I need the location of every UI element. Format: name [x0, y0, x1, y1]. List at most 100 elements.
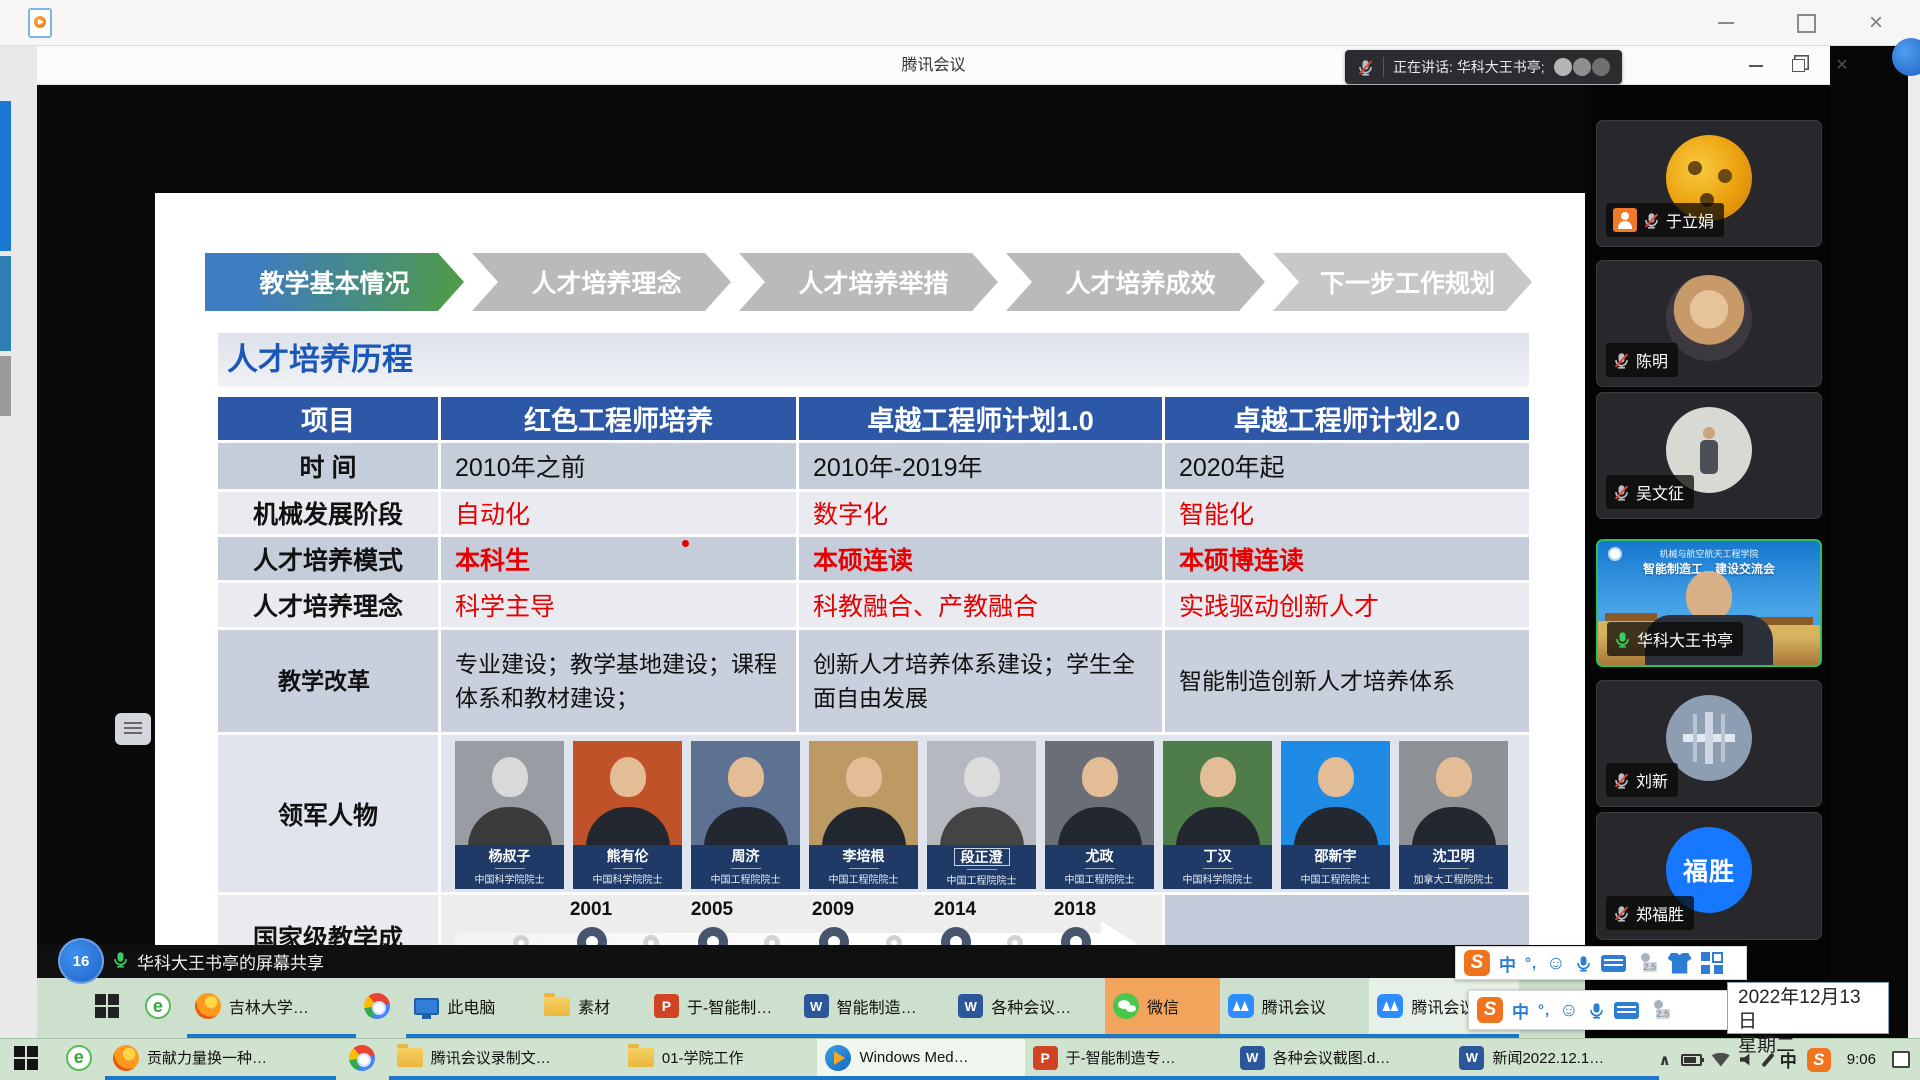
ppt-window[interactable]: P于-智能制造专… [1025, 1039, 1232, 1080]
participant-tile[interactable]: 吴文征 [1596, 392, 1822, 519]
participant-tile[interactable]: 福胜 郑福胜 [1596, 812, 1822, 940]
slide-section-tabs: 教学基本情况 人才培养理念 人才培养举措 人才培养成效 下一步工作规划 [205, 253, 1535, 311]
leader-card: 丁汉中国科学院院士 [1163, 741, 1272, 889]
input-skin-icon[interactable] [1635, 951, 1659, 975]
participant-tile[interactable]: 刘新 [1596, 680, 1822, 807]
outer-close-button[interactable]: × [1856, 0, 1896, 46]
shared-chrome-button[interactable] [356, 978, 406, 1038]
table-header-row: 项目 红色工程师培养 卓越工程师计划1.0 卓越工程师计划2.0 [218, 397, 1529, 443]
media-player-icon[interactable] [28, 8, 52, 38]
battery-icon[interactable] [1681, 1054, 1702, 1066]
participant-nameplate: 于立娟 [1606, 203, 1724, 237]
toolbox-grid-icon[interactable] [1701, 952, 1723, 974]
keyboard-icon[interactable] [1614, 1002, 1639, 1019]
leader-name: 邵新宇 [1315, 848, 1357, 864]
shared-wechat-window[interactable]: 微信 [1105, 978, 1220, 1038]
notification-center-icon[interactable] [1892, 1051, 1910, 1068]
shared-word-window[interactable]: W各种会议… [950, 978, 1105, 1038]
row-label: 领军人物 [218, 735, 441, 892]
speaker-avatar-icon [1592, 58, 1610, 76]
participant-tile[interactable]: 陈明 [1596, 260, 1822, 387]
keyboard-icon[interactable] [1601, 955, 1626, 972]
tab-cultivation-measures[interactable]: 人才培养举措 [739, 253, 998, 311]
header-red-engineer: 红色工程师培养 [441, 397, 799, 440]
skin-shirt-icon[interactable] [1668, 953, 1692, 974]
voice-input-icon[interactable] [1575, 955, 1592, 972]
punctuation-icon[interactable]: °, [1525, 955, 1537, 972]
timeline-year: 2014 [905, 899, 1005, 921]
share-banner-text: 华科大王书亭的屏幕共享 [137, 949, 324, 974]
chrome-button[interactable] [336, 1039, 389, 1080]
sogou-icon[interactable]: S [1464, 950, 1490, 976]
shared-start-button[interactable] [87, 978, 137, 1038]
annotation-menu-button[interactable] [115, 713, 151, 745]
tab-cultivation-results[interactable]: 人才培养成效 [1006, 253, 1265, 311]
header-excellent-2: 卓越工程师计划2.0 [1165, 397, 1529, 440]
avatar [1666, 275, 1752, 361]
participant-tile-speaking[interactable]: 机械与航空航天工程学院 智能制造工…建设交流会 华科大王书亭 [1596, 539, 1822, 667]
mic-muted-icon [1357, 59, 1374, 76]
row-label: 人才培养理念 [218, 583, 441, 627]
meeting-duration-badge[interactable]: 16 [58, 938, 104, 984]
speaking-indicator-badge: 正在讲话: 华科大王书亭; [1345, 50, 1622, 84]
word-window[interactable]: W新闻2022.12.1… [1451, 1039, 1658, 1080]
tray-expand-icon[interactable]: ∧ [1659, 1051, 1671, 1069]
sogou-input-toolbar[interactable]: S 中 °, ☺ [1455, 946, 1747, 980]
leader-name: 熊有伦 [607, 848, 649, 864]
leader-title: 中国工程院院士 [691, 871, 800, 886]
shared-meeting-window[interactable]: 腾讯会议 [1220, 978, 1370, 1038]
participant-nameplate: 陈明 [1606, 343, 1678, 377]
tab-next-plan[interactable]: 下一步工作规划 [1273, 253, 1532, 311]
ie-button[interactable]: e [53, 1039, 106, 1080]
shared-ie-button[interactable]: e [137, 978, 187, 1038]
avatar [1666, 695, 1752, 781]
outer-minimize-button[interactable] [1706, 0, 1746, 46]
meeting-restore-button[interactable] [1781, 46, 1815, 85]
shared-this-pc-window[interactable]: 此电脑 [406, 978, 536, 1038]
tab-basic-teaching[interactable]: 教学基本情况 [205, 253, 464, 311]
network-icon[interactable] [1712, 1053, 1730, 1067]
tab-cultivation-concept[interactable]: 人才培养理念 [472, 253, 731, 311]
timeline-year: 2005 [662, 899, 762, 921]
start-button[interactable] [0, 1039, 53, 1080]
leader-card: 李培根中国工程院院士 [809, 741, 918, 889]
cell: 本硕博连读 [1165, 537, 1529, 580]
shared-word-window[interactable]: W智能制造… [796, 978, 951, 1038]
leader-title: 加拿大工程院院士 [1399, 871, 1508, 886]
tencent-meeting-icon [1377, 994, 1403, 1018]
shared-firefox-window[interactable]: 吉林大学… [187, 978, 357, 1038]
table-row: 机械发展阶段 自动化 数字化 智能化 [218, 492, 1529, 537]
punctuation-icon[interactable]: °, [1538, 1002, 1550, 1019]
leader-title: 中国科学院院士 [1163, 871, 1272, 886]
sogou-input-toolbar[interactable]: S 中 °, ☺ [1468, 990, 1760, 1030]
emoji-icon[interactable]: ☺ [1546, 954, 1565, 973]
emoji-icon[interactable]: ☺ [1559, 1001, 1578, 1020]
folder-window[interactable]: 01-学院工作 [620, 1039, 818, 1080]
shared-ppt-window[interactable]: P于-智能制… [646, 978, 796, 1038]
powerpoint-icon: P [654, 994, 679, 1018]
input-skin-icon[interactable] [1648, 998, 1672, 1022]
ime-mode-icon[interactable]: 中 [1499, 951, 1516, 976]
folder-window[interactable]: 腾讯会议录制文… [389, 1039, 620, 1080]
outer-maximize-button[interactable] [1786, 0, 1826, 46]
sogou-icon[interactable]: S [1477, 997, 1503, 1023]
leader-title: 中国科学院院士 [573, 871, 682, 886]
participant-name: 于立娟 [1666, 208, 1714, 232]
voice-input-icon[interactable] [1588, 1002, 1605, 1019]
leader-name: 段正澄 [954, 848, 1010, 866]
meeting-minimize-button[interactable] [1739, 46, 1773, 85]
leader-photo [691, 741, 800, 845]
ime-mode-icon[interactable]: 中 [1512, 998, 1529, 1023]
firefox-window[interactable]: 贡献力量换一种… [105, 1039, 336, 1080]
participant-tile[interactable]: 于立娟 [1596, 120, 1822, 247]
leader-title: 中国工程院院士 [1281, 871, 1390, 886]
wmp-window-active[interactable]: Windows Med… [817, 1039, 1024, 1080]
leader-name: 周济 [732, 848, 760, 864]
shared-folder-window[interactable]: 素材 [536, 978, 646, 1038]
participant-nameplate: 刘新 [1606, 763, 1678, 797]
meeting-close-button[interactable]: × [1825, 46, 1859, 85]
chrome-icon [364, 993, 390, 1019]
leader-photo [1399, 741, 1508, 845]
word-window[interactable]: W各种会议截图.d… [1232, 1039, 1452, 1080]
table-row: 人才培养理念 科学主导 科教融合、产教融合 实践驱动创新人才 [218, 583, 1529, 630]
